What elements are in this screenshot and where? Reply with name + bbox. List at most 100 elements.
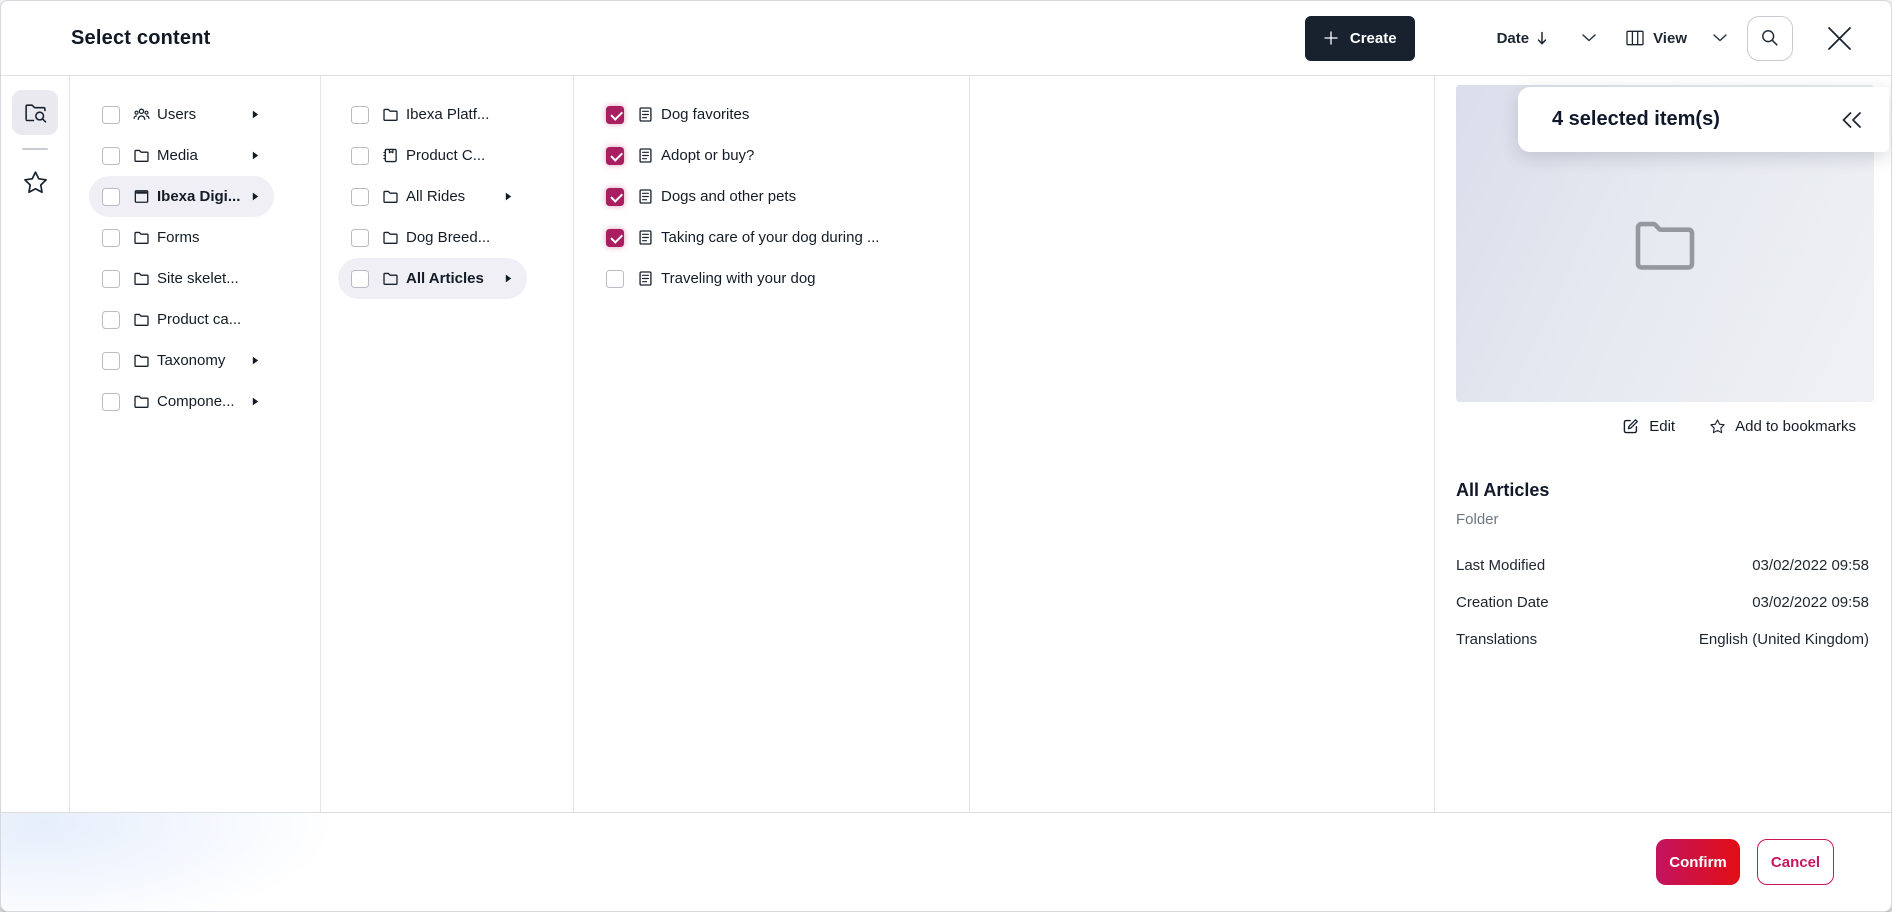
caret-right-icon[interactable]	[252, 110, 259, 119]
checkbox[interactable]	[102, 352, 120, 370]
folder-icon	[1631, 215, 1699, 273]
chevron-down-icon[interactable]	[1713, 34, 1727, 42]
select-content-modal: Select content Create Date	[0, 0, 1892, 912]
tree-item-taxonomy[interactable]: Taxonomy	[89, 340, 274, 381]
folder-icon	[382, 270, 399, 287]
article-icon	[637, 106, 654, 123]
sort-selector[interactable]: Date	[1497, 30, 1597, 47]
tree-item-label: Users	[157, 106, 196, 123]
meta-label: Last Modified	[1456, 557, 1545, 574]
meta-label: Translations	[1456, 631, 1537, 648]
tree-item-all-articles[interactable]: All Articles	[338, 258, 527, 299]
confirm-button[interactable]: Confirm	[1656, 839, 1740, 885]
checkbox[interactable]	[102, 188, 120, 206]
add-to-bookmarks-button[interactable]: Add to bookmarks	[1709, 418, 1856, 435]
meta-value: 03/02/2022 09:58	[1752, 557, 1869, 574]
left-rail	[1, 76, 70, 812]
tree-item-label: Product C...	[406, 147, 485, 164]
item-details-panel: 4 selected item(s) Edit	[1435, 76, 1891, 812]
tree-item-label: Product ca...	[157, 311, 241, 328]
tree-item-taking-care[interactable]: Taking care of your dog during ...	[589, 217, 949, 258]
arrow-down-icon	[1536, 31, 1548, 46]
checkbox[interactable]	[606, 106, 624, 124]
checkbox[interactable]	[606, 270, 624, 288]
meta-value: English (United Kingdom)	[1699, 631, 1869, 648]
tree-item-label: Taxonomy	[157, 352, 225, 369]
tree-item-adopt-or-buy[interactable]: Adopt or buy?	[589, 135, 949, 176]
folder-icon	[382, 188, 399, 205]
chevron-down-icon[interactable]	[1582, 34, 1596, 42]
checkbox[interactable]	[102, 311, 120, 329]
create-button[interactable]: Create	[1305, 16, 1415, 61]
article-icon	[637, 270, 654, 287]
checkbox[interactable]	[351, 147, 369, 165]
browse-content-tab[interactable]	[12, 90, 58, 135]
sort-label: Date	[1497, 30, 1530, 47]
tree-item-product-catalog[interactable]: Product ca...	[89, 299, 274, 340]
close-button[interactable]	[1826, 25, 1853, 52]
tree-column-1: Users Media Ibexa Digi... Forms	[70, 76, 321, 812]
tree-item-site-skeleton[interactable]: Site skelet...	[89, 258, 274, 299]
search-icon	[1760, 28, 1780, 48]
rail-divider	[22, 148, 48, 150]
checkbox[interactable]	[606, 188, 624, 206]
tree-item-label: Dogs and other pets	[661, 188, 796, 205]
checkbox[interactable]	[102, 393, 120, 411]
search-button[interactable]	[1747, 16, 1793, 61]
tree-item-product-catalog2[interactable]: Product C...	[338, 135, 527, 176]
tree-item-label: Adopt or buy?	[661, 147, 754, 164]
browse-content-icon	[23, 100, 48, 125]
tree-item-traveling[interactable]: Traveling with your dog	[589, 258, 949, 299]
users-icon	[133, 106, 150, 123]
caret-right-icon[interactable]	[252, 356, 259, 365]
article-icon	[637, 147, 654, 164]
checkbox[interactable]	[102, 147, 120, 165]
article-icon	[637, 188, 654, 205]
tree-item-dog-breeds[interactable]: Dog Breed...	[338, 217, 527, 258]
tree-item-all-rides[interactable]: All Rides	[338, 176, 527, 217]
caret-right-icon[interactable]	[505, 274, 512, 283]
caret-right-icon[interactable]	[252, 397, 259, 406]
view-switcher[interactable]: View	[1626, 30, 1727, 47]
tree-item-media[interactable]: Media	[89, 135, 274, 176]
checkbox[interactable]	[102, 106, 120, 124]
folder-icon	[133, 352, 150, 369]
checkbox[interactable]	[351, 106, 369, 124]
folder-icon	[133, 270, 150, 287]
checkbox[interactable]	[606, 147, 624, 165]
tree-item-forms[interactable]: Forms	[89, 217, 274, 258]
tree-column-3: Dog favorites Adopt or buy? Dogs and oth…	[574, 76, 970, 812]
cancel-button[interactable]: Cancel	[1757, 839, 1834, 885]
tree-item-users[interactable]: Users	[89, 94, 274, 135]
modal-body: Users Media Ibexa Digi... Forms	[1, 76, 1891, 812]
bookmarks-tab[interactable]	[22, 169, 49, 196]
tree-item-ibexa-platform[interactable]: Ibexa Platf...	[338, 94, 527, 135]
checkbox[interactable]	[102, 270, 120, 288]
caret-right-icon[interactable]	[252, 151, 259, 160]
folder-icon	[133, 311, 150, 328]
tree-item-ibexa-digital[interactable]: Ibexa Digi...	[89, 176, 274, 217]
star-bookmarks-icon	[22, 169, 49, 196]
caret-right-icon[interactable]	[252, 192, 259, 201]
checkbox[interactable]	[351, 270, 369, 288]
meta-row-translations: Translations English (United Kingdom)	[1456, 621, 1869, 658]
caret-right-icon[interactable]	[505, 192, 512, 201]
tree-item-dogs-and-other-pets[interactable]: Dogs and other pets	[589, 176, 949, 217]
item-metadata: Last Modified 03/02/2022 09:58 Creation …	[1456, 547, 1869, 658]
item-actions: Edit Add to bookmarks	[1622, 417, 1856, 435]
checkbox[interactable]	[606, 229, 624, 247]
tree-item-components[interactable]: Compone...	[89, 381, 274, 422]
edit-button[interactable]: Edit	[1622, 417, 1675, 435]
page-title: Select content	[71, 27, 211, 50]
folder-icon	[133, 147, 150, 164]
checkbox[interactable]	[102, 229, 120, 247]
tree-item-label: Dog Breed...	[406, 229, 490, 246]
view-label: View	[1653, 30, 1687, 47]
tree-item-dog-favorites[interactable]: Dog favorites	[589, 94, 949, 135]
tree-column-2: Ibexa Platf... Product C... All Rides Do…	[321, 76, 574, 812]
collapse-panel-button[interactable]	[1840, 111, 1863, 129]
tree-item-label: All Articles	[406, 270, 484, 287]
checkbox[interactable]	[351, 188, 369, 206]
tree-item-label: Traveling with your dog	[661, 270, 816, 287]
checkbox[interactable]	[351, 229, 369, 247]
